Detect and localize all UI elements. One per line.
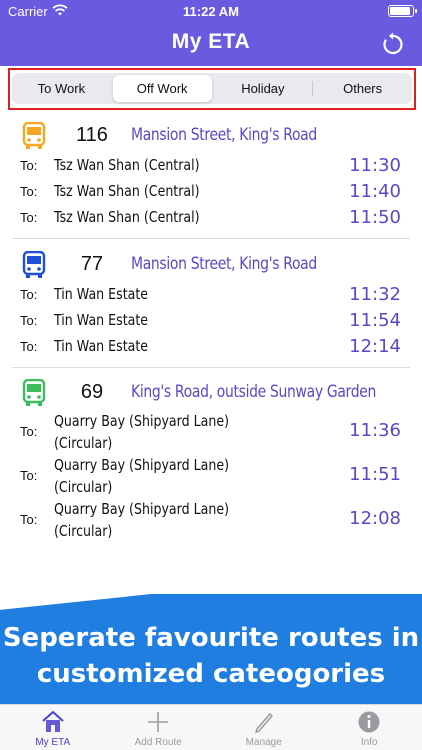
category-segmented-control: To Work Off Work Holiday Others	[12, 73, 412, 104]
stop-name: King's Road, outside Sunway Garden	[131, 382, 376, 402]
destination: Quarry Bay (Shipyard Lane) (Circular)	[54, 456, 229, 496]
banner-line-2: customized cateogories	[36, 659, 386, 689]
promo-banner: Seperate favourite routes in customized …	[0, 594, 422, 704]
segment-label: Off Work	[136, 81, 188, 96]
tab-bar: My ETA Add Route Manage Info	[0, 704, 422, 750]
destination: Tin Wan Estate	[54, 311, 149, 329]
tab-label: Add Route	[134, 737, 182, 748]
segment-label: To Work	[37, 81, 86, 96]
home-icon	[42, 711, 64, 732]
route-number: 116	[76, 124, 108, 146]
bus-icon	[22, 251, 46, 278]
to-label: To:	[20, 287, 38, 302]
tab-my-eta[interactable]: My ETA	[0, 705, 106, 750]
segment-to-work[interactable]: To Work	[12, 73, 111, 104]
route-header: 116 Mansion Street, King's Road	[0, 120, 422, 152]
eta-time: 11:32	[349, 284, 401, 305]
to-label: To:	[20, 184, 38, 199]
battery-icon	[388, 5, 417, 17]
to-label: To:	[20, 210, 38, 225]
route-number: 77	[80, 253, 104, 275]
eta-time: 11:50	[349, 207, 401, 228]
destination: Tin Wan Estate	[54, 285, 149, 303]
to-label: To:	[20, 424, 38, 439]
route-divider	[12, 238, 410, 239]
tab-manage[interactable]: Manage	[211, 705, 317, 750]
destination: Quarry Bay (Shipyard Lane) (Circular)	[54, 500, 229, 540]
eta-time: 11:30	[349, 155, 401, 176]
to-label: To:	[20, 313, 38, 328]
status-time: 11:22 AM	[183, 4, 239, 19]
banner-slant	[0, 594, 422, 612]
pencil-icon	[255, 713, 273, 733]
segment-others[interactable]: Others	[313, 73, 412, 104]
segment-label: Others	[343, 81, 383, 96]
route-header: 69 King's Road, outside Sunway Garden	[0, 377, 422, 409]
tab-label: Info	[360, 737, 378, 748]
eta-time: 12:08	[349, 508, 401, 529]
plus-icon	[148, 712, 169, 732]
tab-info[interactable]: Info	[317, 705, 422, 750]
tab-label: Manage	[245, 737, 282, 748]
stop-name: Mansion Street, King's Road	[131, 254, 317, 274]
bus-icon	[22, 379, 46, 406]
segment-label: Holiday	[241, 81, 285, 96]
stop-name: Mansion Street, King's Road	[131, 125, 317, 145]
route-number: 69	[80, 381, 104, 403]
banner-text: Seperate favourite routes in customized …	[0, 620, 422, 692]
app-header: Carrier 11:22 AM My ETA	[0, 0, 422, 66]
destination: Tsz Wan Shan (Central)	[54, 182, 200, 200]
bus-icon	[22, 122, 46, 149]
segment-holiday[interactable]: Holiday	[214, 73, 313, 104]
route-header: 77 Mansion Street, King's Road	[0, 249, 422, 281]
tab-add-route[interactable]: Add Route	[106, 705, 212, 750]
page-title: My ETA	[171, 30, 251, 53]
destination: Quarry Bay (Shipyard Lane) (Circular)	[54, 412, 229, 452]
to-label: To:	[20, 339, 38, 354]
eta-time: 11:40	[349, 181, 401, 202]
eta-time: 12:14	[349, 336, 401, 357]
status-bar: Carrier 11:22 AM	[0, 0, 422, 22]
refresh-icon[interactable]	[380, 31, 406, 57]
route-divider	[12, 367, 410, 368]
to-label: To:	[20, 512, 38, 527]
to-label: To:	[20, 158, 38, 173]
destination: Tsz Wan Shan (Central)	[54, 156, 200, 174]
tab-label: My ETA	[35, 737, 71, 748]
eta-time: 11:36	[349, 420, 401, 441]
eta-time: 11:54	[349, 310, 401, 331]
segment-off-work[interactable]: Off Work	[112, 75, 212, 102]
to-label: To:	[20, 468, 38, 483]
banner-line-1: Seperate favourite routes in	[2, 623, 420, 653]
eta-time: 11:51	[349, 464, 401, 485]
destination: Tin Wan Estate	[54, 337, 149, 355]
info-icon	[358, 711, 380, 733]
destination: Tsz Wan Shan (Central)	[54, 208, 200, 226]
